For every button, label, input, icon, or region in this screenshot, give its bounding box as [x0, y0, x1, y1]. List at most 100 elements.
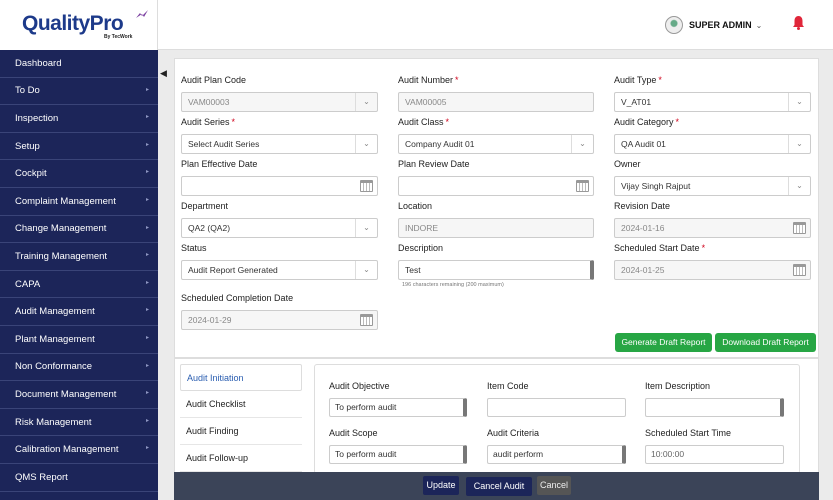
field-label: Audit Type *	[614, 75, 662, 85]
scheduled-completion-date-input[interactable]: 2024-01-29	[181, 310, 378, 330]
audit-scope-input[interactable]: To perform audit	[329, 445, 467, 464]
description-textarea[interactable]: Test	[398, 260, 594, 280]
sidebar-item-label: Risk Management	[15, 416, 92, 428]
sidebar-item-capa[interactable]: CAPA ▸	[0, 271, 158, 299]
brand-logo[interactable]: QualityPro By TecWork	[0, 0, 158, 50]
audit-objective-input[interactable]: To perform audit	[329, 398, 467, 417]
field-value: INDORE	[405, 223, 439, 233]
plan-effective-date-input[interactable]	[181, 176, 378, 196]
sidebar-item-document-management[interactable]: Document Management ▸	[0, 381, 158, 409]
sidebar-item-training-management[interactable]: Training Management ▸	[0, 243, 158, 271]
scheduled-start-date-input[interactable]: 2024-01-25	[614, 260, 811, 280]
sidebar-item-label: Plant Management	[15, 333, 95, 345]
calendar-icon[interactable]	[576, 180, 589, 192]
field-label: Owner	[614, 159, 641, 169]
audit-type-select[interactable]: V_AT01 ⌄	[614, 92, 811, 112]
field-label: Status	[181, 243, 207, 253]
field-value: VAM00003	[188, 97, 230, 107]
chevron-right-icon: ▸	[145, 445, 149, 452]
field-label: Audit Objective	[329, 381, 390, 391]
calendar-icon[interactable]	[360, 314, 373, 326]
chevron-right-icon: ▸	[145, 86, 149, 93]
sidebar-item-label: QMS Report	[15, 471, 68, 483]
cancel-audit-button[interactable]: Cancel Audit	[466, 477, 532, 496]
audit-plan-code-select[interactable]: VAM00003 ⌄	[181, 92, 378, 112]
scheduled-start-time-field: Scheduled Start Time 10:00:00	[645, 428, 784, 464]
field-label: Revision Date	[614, 201, 671, 211]
sidebar-item-setup[interactable]: Setup ▸	[0, 133, 158, 161]
field-label: Scheduled Start Date *	[614, 243, 706, 253]
tab-audit-checklist[interactable]: Audit Checklist	[180, 391, 302, 418]
field-value: V_AT01	[621, 97, 652, 107]
audit-series-field: Audit Series * Select Audit Series ⌄	[181, 117, 378, 154]
audit-number-field: Audit Number * VAM00005	[398, 75, 594, 112]
field-label: Scheduled Start Time	[645, 428, 732, 438]
collapse-left-icon[interactable]: ◀	[160, 68, 167, 79]
field-label: Audit Plan Code	[181, 75, 247, 85]
tab-audit-follow-up[interactable]: Audit Follow-up	[180, 445, 302, 472]
audit-objective-field: Audit Objective To perform audit	[329, 381, 467, 417]
sidebar-item-change-management[interactable]: Change Management ▸	[0, 216, 158, 244]
sidebar-item-dashboard[interactable]: Dashboard	[0, 50, 158, 78]
plan-review-date-field: Plan Review Date	[398, 159, 594, 196]
bell-icon[interactable]	[792, 15, 805, 30]
sidebar-item-label: Complaint Management	[15, 195, 116, 207]
sidebar-item-risk-management[interactable]: Risk Management ▸	[0, 409, 158, 437]
tab-audit-finding[interactable]: Audit Finding	[180, 418, 302, 445]
audit-tabs: Audit Initiation Audit Checklist Audit Fin…	[180, 364, 302, 472]
sidebar-item-complaint-management[interactable]: Complaint Management ▸	[0, 188, 158, 216]
sidebar-item-to-do[interactable]: To Do ▸	[0, 78, 158, 106]
generate-draft-report-button[interactable]: Generate Draft Report	[615, 333, 712, 352]
chevron-right-icon: ▸	[145, 196, 149, 203]
chevron-down-icon: ⌄	[571, 135, 593, 153]
owner-select[interactable]: Vijay Singh Rajput ⌄	[614, 176, 811, 196]
user-menu[interactable]: SUPER ADMIN ⌄	[665, 15, 762, 35]
sidebar-item-label: Change Management	[15, 223, 107, 235]
scheduled-start-time-input[interactable]: 10:00:00	[645, 445, 784, 464]
department-select[interactable]: QA2 (QA2) ⌄	[181, 218, 378, 238]
scheduled-start-date-field: Scheduled Start Date * 2024-01-25	[614, 243, 811, 280]
item-description-input[interactable]	[645, 398, 784, 417]
revision-date-input[interactable]: 2024-01-16	[614, 218, 811, 238]
audit-number-input[interactable]: VAM00005	[398, 92, 594, 112]
audit-criteria-input[interactable]: audit perform	[487, 445, 626, 464]
chevron-right-icon: ▸	[145, 169, 149, 176]
scheduled-completion-date-field: Scheduled Completion Date 2024-01-29	[181, 293, 378, 330]
tab-audit-initiation[interactable]: Audit Initiation	[180, 364, 302, 391]
sidebar-item-qms-report[interactable]: QMS Report	[0, 464, 158, 492]
cancel-button[interactable]: Cancel	[537, 476, 571, 495]
calendar-icon[interactable]	[360, 180, 373, 192]
sidebar-item-audit-management[interactable]: Audit Management ▸	[0, 298, 158, 326]
location-input[interactable]: INDORE	[398, 218, 594, 238]
calendar-icon[interactable]	[793, 264, 806, 276]
calendar-icon[interactable]	[793, 222, 806, 234]
update-button[interactable]: Update	[423, 476, 459, 495]
plan-review-date-input[interactable]	[398, 176, 594, 196]
sidebar-item-label: Training Management	[15, 250, 108, 262]
status-select[interactable]: Audit Report Generated ⌄	[181, 260, 378, 280]
sidebar-item-label: Document Management	[15, 388, 117, 400]
sidebar-item-inspection[interactable]: Inspection ▸	[0, 105, 158, 133]
field-value: 2024-01-25	[621, 265, 665, 275]
audit-class-select[interactable]: Company Audit 01 ⌄	[398, 134, 594, 154]
field-label: Audit Scope	[329, 428, 378, 438]
chevron-right-icon: ▸	[145, 114, 149, 121]
field-label: Department	[181, 201, 229, 211]
sidebar-item-calibration-management[interactable]: Calibration Management ▸	[0, 436, 158, 464]
audit-category-select[interactable]: QA Audit 01 ⌄	[614, 134, 811, 154]
sidebar-item-non-conformance[interactable]: Non Conformance ▸	[0, 354, 158, 382]
audit-series-select[interactable]: Select Audit Series ⌄	[181, 134, 378, 154]
download-draft-report-button[interactable]: Download Draft Report	[715, 333, 816, 352]
char-count-hint: 196 characters remaining (200 maximum)	[402, 282, 504, 288]
owner-field: Owner Vijay Singh Rajput ⌄	[614, 159, 811, 196]
chevron-down-icon: ⌄	[355, 261, 377, 279]
field-value: Vijay Singh Rajput	[621, 181, 691, 191]
sidebar-item-plant-management[interactable]: Plant Management ▸	[0, 326, 158, 354]
chevron-down-icon: ⌄	[788, 93, 810, 111]
field-value: Test	[405, 265, 421, 275]
sidebar-item-cockpit[interactable]: Cockpit ▸	[0, 160, 158, 188]
chevron-right-icon: ▸	[145, 417, 149, 424]
sidebar-item-label: CAPA	[15, 278, 41, 290]
sidebar-item-label: Dashboard	[15, 57, 62, 69]
item-code-input[interactable]	[487, 398, 626, 417]
